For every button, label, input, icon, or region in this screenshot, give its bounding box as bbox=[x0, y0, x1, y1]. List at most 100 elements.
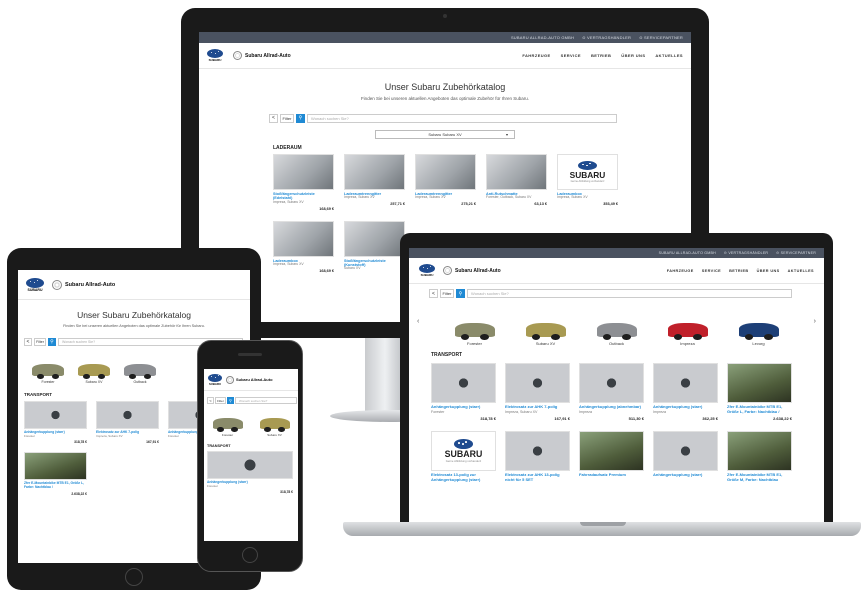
company-link[interactable]: SUBARU ALLRAD-AUTO GMBH bbox=[511, 35, 574, 40]
nav-betrieb[interactable]: BETRIEB bbox=[729, 269, 748, 273]
model-select[interactable]: Subaru Subaru XV ▾ bbox=[375, 130, 515, 139]
product-card[interactable]: Anhängerkupplung (starr) Forester 318,78 € bbox=[207, 451, 293, 494]
product-image[interactable] bbox=[273, 154, 334, 190]
filter-button[interactable]: Filter bbox=[215, 397, 226, 404]
product-image[interactable] bbox=[505, 363, 570, 403]
nav-ueber-uns[interactable]: ÜBER UNS bbox=[621, 53, 645, 58]
car-image[interactable] bbox=[78, 364, 110, 379]
search-input[interactable]: Wonach suchen Sie? bbox=[307, 113, 617, 123]
product-image[interactable] bbox=[579, 431, 644, 472]
product-card[interactable]: Zfer E-Mountainbike MTB E1, Größe M, Far… bbox=[727, 431, 792, 482]
product-name[interactable]: Anhängerkupplung (starr) bbox=[653, 473, 718, 478]
product-card[interactable]: Anhängerkupplung (starr) Forester 318,78 € bbox=[24, 401, 87, 444]
search-input[interactable]: Wonach suchen Sie? bbox=[235, 397, 297, 404]
car-model-item[interactable]: Forester bbox=[454, 323, 495, 346]
service-link[interactable]: ⊙ SERVICEPARTNER bbox=[639, 35, 683, 40]
search-icon[interactable]: ⚲ bbox=[227, 397, 234, 404]
nav-aktuelles[interactable]: AKTUELLES bbox=[788, 269, 814, 273]
car-image[interactable] bbox=[596, 323, 637, 340]
car-image[interactable] bbox=[667, 323, 708, 340]
subaru-logo[interactable]: SUBARU bbox=[419, 264, 435, 277]
product-name[interactable]: Fahrradaufsatz Premium bbox=[579, 473, 644, 478]
filter-button[interactable]: Filter bbox=[34, 338, 46, 346]
carousel-prev-icon[interactable]: ‹ bbox=[417, 318, 419, 325]
car-image[interactable] bbox=[454, 323, 495, 340]
product-image[interactable] bbox=[273, 220, 334, 257]
dealer-link[interactable]: ⊙ VERTRAGSHÄNDLER bbox=[724, 251, 768, 255]
back-button[interactable]: < bbox=[24, 338, 32, 346]
brand-name[interactable]: Subaru Allrad-Auto bbox=[455, 268, 501, 274]
car-model-item[interactable]: Impreza bbox=[667, 323, 708, 346]
back-button[interactable]: < bbox=[269, 113, 278, 123]
car-image[interactable] bbox=[259, 418, 290, 432]
product-name[interactable]: Elektrosatz 13-polig zur Anhängerkupplun… bbox=[431, 472, 496, 482]
company-link[interactable]: SUBARU ALLRAD-AUTO GMBH bbox=[659, 251, 716, 255]
dealer-link[interactable]: ⊙ VERTRAGSHÄNDLER bbox=[582, 35, 631, 40]
product-image[interactable] bbox=[207, 451, 293, 479]
product-card[interactable]: SUBARU Gerne Abbildung vorhanden! Elektros… bbox=[431, 431, 496, 482]
carousel-next-icon[interactable]: › bbox=[814, 318, 816, 325]
car-model-item[interactable]: Subaru XV bbox=[78, 364, 110, 384]
car-image[interactable] bbox=[525, 323, 566, 340]
subaru-placeholder-image[interactable]: SUBARU Gerne Abbildung vorhanden! bbox=[431, 431, 496, 472]
car-model-item[interactable]: Outback bbox=[596, 323, 637, 346]
product-image[interactable] bbox=[653, 363, 718, 403]
nav-service[interactable]: SERVICE bbox=[561, 53, 581, 58]
car-image[interactable] bbox=[32, 364, 64, 379]
search-icon[interactable]: ⚲ bbox=[456, 289, 465, 298]
filter-button[interactable]: Filter bbox=[280, 113, 294, 123]
product-image[interactable] bbox=[727, 363, 792, 403]
product-card[interactable]: SUBARU Gerne Abbildung vorhanden! Laderaum… bbox=[557, 154, 618, 211]
nav-service[interactable]: SERVICE bbox=[702, 269, 721, 273]
subaru-placeholder-image[interactable]: SUBARU Gerne Abbildung vorhanden! bbox=[557, 154, 618, 190]
product-card[interactable]: Anti-Rutschmatte Forester, Outback, Subar… bbox=[486, 154, 547, 211]
car-model-item[interactable]: Subaru XV bbox=[259, 418, 290, 437]
product-card[interactable]: Stoßfängerschutzleiste (Edelstahl) Imprez… bbox=[273, 154, 334, 211]
back-button[interactable]: < bbox=[207, 397, 214, 404]
product-image[interactable] bbox=[431, 363, 496, 403]
product-name[interactable]: Zfer E-Mountainbike MTB E1, Größe L, Far… bbox=[727, 404, 792, 414]
car-image[interactable] bbox=[738, 323, 779, 340]
subaru-logo[interactable]: SUBARU bbox=[207, 49, 223, 62]
car-model-item[interactable]: Subaru XV bbox=[525, 323, 566, 346]
product-image[interactable] bbox=[727, 431, 792, 472]
product-image[interactable] bbox=[24, 401, 87, 429]
product-card[interactable]: Zfer E-Mountainbike MTB E1, Größe L, Far… bbox=[24, 452, 87, 496]
car-model-item[interactable]: Forester bbox=[212, 418, 243, 437]
car-image[interactable] bbox=[212, 418, 243, 432]
nav-fahrzeuge[interactable]: FAHRZEUGE bbox=[667, 269, 694, 273]
product-image[interactable] bbox=[505, 431, 570, 472]
subaru-logo[interactable]: SUBARU bbox=[26, 277, 44, 292]
brand-name[interactable]: Subaru Allrad-Auto bbox=[65, 282, 115, 288]
search-icon[interactable]: ⚲ bbox=[48, 338, 56, 346]
product-image[interactable] bbox=[344, 154, 405, 190]
product-name[interactable]: Anhängerkupplung (abnehmbar) bbox=[579, 404, 644, 410]
filter-button[interactable]: Filter bbox=[440, 289, 454, 298]
nav-fahrzeuge[interactable]: FAHRZEUGE bbox=[522, 53, 550, 58]
product-card[interactable]: Anhängerkupplung (starr) Forester 318,78 € bbox=[431, 363, 496, 421]
product-image[interactable] bbox=[24, 452, 87, 481]
phone-home-button[interactable] bbox=[242, 547, 258, 563]
product-image[interactable] bbox=[344, 220, 405, 257]
product-name[interactable]: Elektrosatz zur AHK 13-polig nicht für 5… bbox=[505, 472, 570, 482]
car-image[interactable] bbox=[124, 364, 156, 379]
product-image[interactable] bbox=[96, 401, 159, 429]
nav-aktuelles[interactable]: AKTUELLES bbox=[655, 53, 683, 58]
product-card[interactable]: Anhängerkupplung (starr) Impreza 362,25 € bbox=[653, 363, 718, 421]
product-card[interactable]: Laderaumtrenngitter Impreza, Subaru XV 275… bbox=[415, 154, 476, 211]
product-card[interactable]: Zfer E-Mountainbike MTB E1, Größe L, Far… bbox=[727, 363, 792, 421]
nav-ueber-uns[interactable]: ÜBER UNS bbox=[757, 269, 780, 273]
car-model-item[interactable]: Outback bbox=[124, 364, 156, 384]
product-card[interactable]: Anhängerkupplung (abnehmbar) Impreza 511,3… bbox=[579, 363, 644, 421]
product-image[interactable] bbox=[486, 154, 547, 190]
nav-betrieb[interactable]: BETRIEB bbox=[591, 53, 611, 58]
product-name[interactable]: Zfer E-Mountainbike MTB E1, Größe M, Far… bbox=[727, 472, 792, 482]
product-card[interactable]: Laderaumbox Impreza, Subaru XV 168,69 € bbox=[273, 220, 334, 278]
product-image[interactable] bbox=[653, 431, 718, 472]
subaru-logo[interactable]: SUBARU bbox=[208, 373, 222, 386]
search-input[interactable]: Wonach suchen Sie? bbox=[467, 289, 792, 298]
product-card[interactable]: Laderaumtrenngitter Impreza, Subaru XV 257… bbox=[344, 154, 405, 211]
car-model-item[interactable]: Levorg bbox=[738, 323, 779, 346]
product-name[interactable]: Zfer E-Mountainbike MTB E1, Größe L, Far… bbox=[24, 481, 87, 490]
product-card[interactable]: Anhängerkupplung (starr) bbox=[653, 431, 718, 482]
